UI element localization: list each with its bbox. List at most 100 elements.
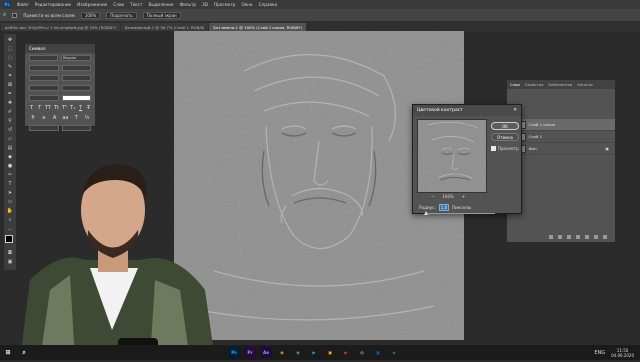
presenter-image <box>20 164 215 360</box>
radius-slider-track[interactable] <box>425 213 495 214</box>
taskbar-app-icon[interactable]: ◉ <box>276 347 288 358</box>
taskbar-app-icon[interactable]: ◈ <box>388 347 400 358</box>
quick-select-tool-icon[interactable]: ✎ <box>7 64 14 70</box>
underline-button[interactable]: T <box>78 105 83 111</box>
ordinals-icon[interactable]: ə <box>40 115 48 121</box>
font-size-field[interactable] <box>29 65 59 71</box>
fit-screen-button[interactable]: Подогнать <box>106 11 137 19</box>
tab-layers[interactable]: Слои <box>510 82 520 87</box>
all-caps-button[interactable]: TT <box>45 105 51 111</box>
menu-window[interactable]: Окно <box>241 2 252 7</box>
add-mask-icon[interactable] <box>567 235 571 239</box>
clock[interactable]: 11:50 04.09.2020 <box>611 348 634 358</box>
document-tab-2[interactable]: Безымянный-1 @ 56,7% (Слой 1, RGB/8) <box>120 23 209 31</box>
preview-checkbox[interactable] <box>491 146 496 151</box>
superscript-button[interactable]: T¹ <box>62 105 67 111</box>
menu-filter[interactable]: Фильтр <box>180 2 197 7</box>
delete-layer-icon[interactable] <box>603 235 607 239</box>
layer-row[interactable]: ◉ Слой 1 <box>507 131 615 143</box>
windows-start-icon[interactable]: ⊞ <box>3 347 14 358</box>
tracking-field[interactable] <box>61 75 91 81</box>
vertical-scale-field[interactable] <box>29 85 59 91</box>
stylistic-icon[interactable]: aa <box>61 115 69 121</box>
taskbar-app-icon[interactable]: ◎ <box>356 347 368 358</box>
language-field[interactable] <box>29 125 59 131</box>
history-brush-icon[interactable]: ↺ <box>7 127 14 133</box>
taskbar-app-icon[interactable]: ▦ <box>372 347 384 358</box>
kerning-field[interactable] <box>29 75 59 81</box>
leading-field[interactable] <box>61 65 91 71</box>
strikethrough-button[interactable]: T̶ <box>86 105 91 111</box>
titling-icon[interactable]: T <box>72 115 80 121</box>
full-screen-button[interactable]: Полный экран <box>142 11 181 19</box>
taskbar-app-icon[interactable]: Ae <box>260 347 272 358</box>
baseline-shift-field[interactable] <box>29 95 59 101</box>
zoom-tool-icon[interactable]: ⌕ <box>3 11 6 19</box>
taskbar-app-icon[interactable]: ▶ <box>340 347 352 358</box>
layer-row[interactable]: ◉ Фон ▣ <box>507 143 615 155</box>
radius-slider-handle[interactable] <box>423 211 428 215</box>
menu-help[interactable]: Справка <box>259 2 277 7</box>
group-icon[interactable] <box>585 235 589 239</box>
document-tab-3[interactable]: Без имени-1 @ 100% (Слой 1 копия, RGB/8*… <box>209 23 306 31</box>
zoom-out-button[interactable]: − <box>431 194 434 199</box>
layer-row[interactable]: ◉ Слой 1 копия <box>507 119 615 131</box>
anti-alias-field[interactable] <box>61 125 91 131</box>
taskbar-app-icon[interactable]: ▣ <box>324 347 336 358</box>
brush-tool-icon[interactable]: ✐ <box>7 109 14 115</box>
document-tab-1[interactable]: peRitin-doc 3h5y9Ym-c 1 he-zmq6w6.jpg @ … <box>1 23 120 31</box>
cancel-button[interactable]: Отмена <box>491 133 519 141</box>
zoom-in-button[interactable]: + <box>462 194 465 199</box>
move-tool-icon[interactable]: ✥ <box>7 37 14 43</box>
marquee-tool-icon[interactable]: ⬚ <box>7 46 14 52</box>
high-pass-dialog: Цветовой контраст ✕ OK Отмена Просмотр −… <box>412 104 522 215</box>
sample-all-layers-checkbox[interactable] <box>12 12 18 18</box>
menu-view[interactable]: Просмотр <box>214 2 236 7</box>
small-caps-button[interactable]: Tt <box>54 105 59 111</box>
menu-3d[interactable]: 3D <box>202 2 208 7</box>
eyedropper-tool-icon[interactable]: ✒ <box>7 91 14 97</box>
search-icon[interactable]: ⌕ <box>19 347 30 358</box>
ligatures-icon[interactable]: ﬁ <box>29 115 37 121</box>
tab-channels[interactable]: Каналы <box>577 82 592 87</box>
text-color-swatch[interactable] <box>61 95 91 101</box>
font-family-field[interactable] <box>29 55 58 61</box>
menu-image[interactable]: Изображение <box>77 2 107 7</box>
close-icon[interactable]: ✕ <box>513 108 517 113</box>
taskbar-app-icon[interactable]: Ps <box>228 347 240 358</box>
healing-brush-icon[interactable]: ✚ <box>7 100 14 106</box>
faux-italic-button[interactable]: T <box>37 105 42 111</box>
layer-style-icon[interactable] <box>558 235 562 239</box>
font-style-field[interactable]: Regular <box>61 55 91 61</box>
tab-libraries[interactable]: Библиотеки <box>548 82 572 87</box>
language-indicator[interactable]: ENG <box>594 350 605 356</box>
link-layers-icon[interactable] <box>549 235 553 239</box>
menu-layers[interactable]: Слои <box>113 2 124 7</box>
crop-tool-icon[interactable]: ⌗ <box>7 73 14 79</box>
photoshop-logo[interactable]: Ps <box>3 1 11 8</box>
zoom-level-field[interactable]: 100% <box>80 11 101 19</box>
taskbar-app-icon[interactable]: ◉ <box>292 347 304 358</box>
menu-file[interactable]: Файл <box>17 2 29 7</box>
eraser-tool-icon[interactable]: ▱ <box>7 136 14 142</box>
taskbar-app-icon[interactable]: Pr <box>244 347 256 358</box>
adjustment-layer-icon[interactable] <box>576 235 580 239</box>
tab-properties[interactable]: Свойства <box>525 82 544 87</box>
fractions-icon[interactable]: ½ <box>83 115 91 121</box>
lasso-tool-icon[interactable]: ◌ <box>7 55 14 61</box>
faux-bold-button[interactable]: T <box>29 105 34 111</box>
taskbar-app-icon[interactable]: ▶ <box>308 347 320 358</box>
menu-select[interactable]: Выделение <box>149 2 174 7</box>
new-layer-icon[interactable] <box>594 235 598 239</box>
preview-zoom-controls: − 100% + <box>431 194 465 199</box>
subscript-button[interactable]: T₁ <box>70 105 75 111</box>
frame-tool-icon[interactable]: ⊠ <box>7 82 14 88</box>
filter-preview[interactable] <box>417 119 487 193</box>
radius-input[interactable]: 1,0 <box>438 204 449 211</box>
ok-button[interactable]: OK <box>491 122 519 130</box>
swash-icon[interactable]: A <box>51 115 59 121</box>
stamp-tool-icon[interactable]: ⚲ <box>7 118 14 124</box>
menu-edit[interactable]: Редактирование <box>35 2 72 7</box>
horizontal-scale-field[interactable] <box>61 85 91 91</box>
menu-type[interactable]: Текст <box>130 2 142 7</box>
